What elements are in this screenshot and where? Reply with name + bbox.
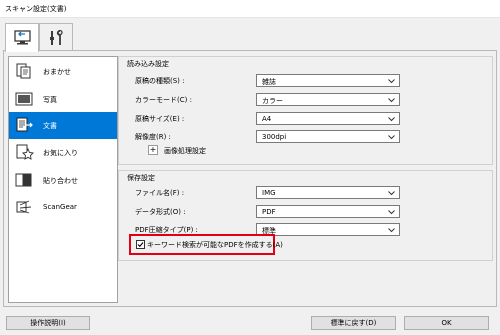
nav-item-label: おまかせ <box>43 68 71 76</box>
image-processing-label[interactable]: 画像処理設定 <box>164 146 206 156</box>
tab-scan-from-computer[interactable] <box>5 23 39 52</box>
color-mode-select[interactable]: カラー <box>256 93 400 106</box>
scangear-icon <box>16 200 32 214</box>
restore-defaults-button[interactable]: 標準に戻す(D) <box>311 316 396 330</box>
resolution-value: 300dpi <box>262 133 287 141</box>
resolution-select[interactable]: 300dpi <box>256 130 400 143</box>
keyword-pdf-label[interactable]: キーワード検索が可能なPDFを作成する(A) <box>147 240 283 250</box>
nav-item-stitch[interactable]: 貼り合わせ <box>9 167 117 194</box>
paper-size-label: 原稿サイズ(E) : <box>135 115 185 123</box>
scan-settings-title: 読み込み設定 <box>127 60 169 68</box>
chevron-down-icon <box>388 135 395 140</box>
save-settings-title: 保存設定 <box>127 174 155 182</box>
nav-item-favorites[interactable]: お気に入り <box>9 139 117 166</box>
tools-icon <box>50 29 63 45</box>
resolution-label: 解像度(R) : <box>135 133 171 141</box>
data-format-label: データ形式(O) : <box>135 208 186 216</box>
chevron-down-icon <box>388 117 395 122</box>
file-name-select[interactable]: IMG <box>256 186 400 199</box>
ok-button[interactable]: OK <box>404 316 489 330</box>
favorite-icon <box>16 144 34 160</box>
document-type-value: 雑誌 <box>262 78 276 86</box>
nav-item-label: 写真 <box>43 96 57 104</box>
chevron-down-icon <box>388 79 395 84</box>
nav-item-document[interactable]: 文書 <box>9 112 117 139</box>
document-icon <box>16 117 33 132</box>
nav-item-auto[interactable]: おまかせ <box>9 58 117 85</box>
scan-settings-group: 読み込み設定 原稿の種類(S) : 雑誌 カラーモード(C) : カラー 原稿サ… <box>118 56 493 165</box>
image-processing-expand-button[interactable]: + <box>148 145 158 155</box>
nav-item-label: お気に入り <box>43 149 78 157</box>
chevron-down-icon <box>388 228 395 233</box>
nav-item-label: 文書 <box>43 122 57 130</box>
paper-size-value: A4 <box>262 115 272 123</box>
pdf-compression-select[interactable]: 標準 <box>256 223 400 236</box>
chevron-down-icon <box>388 210 395 215</box>
chevron-down-icon <box>388 98 395 103</box>
checkmark-icon <box>137 242 144 248</box>
nav-item-scangear[interactable]: ScanGear <box>9 194 117 221</box>
data-format-select[interactable]: PDF <box>256 205 400 218</box>
color-mode-value: カラー <box>262 97 283 105</box>
tab-general-settings[interactable] <box>39 23 73 50</box>
scan-mode-list: おまかせ 写真 文書 お気に入り 貼り合わせ ScanGear <box>8 56 118 303</box>
instructions-button[interactable]: 操作説明(I) <box>6 316 90 330</box>
stitch-icon <box>15 173 32 187</box>
paper-size-select[interactable]: A4 <box>256 112 400 125</box>
auto-document-icon <box>16 63 31 79</box>
photo-icon <box>15 92 33 106</box>
nav-item-label: ScanGear <box>43 203 77 211</box>
file-name-value: IMG <box>262 189 276 197</box>
data-format-value: PDF <box>262 208 276 216</box>
nav-item-photo[interactable]: 写真 <box>9 86 117 113</box>
window-title: スキャン設定(文書) <box>5 5 67 13</box>
nav-item-label: 貼り合わせ <box>43 177 78 185</box>
title-bar: スキャン設定(文書) <box>0 0 500 18</box>
keyword-pdf-checkbox[interactable] <box>136 240 145 249</box>
chevron-down-icon <box>388 191 395 196</box>
file-name-label: ファイル名(F) : <box>135 189 185 197</box>
color-mode-label: カラーモード(C) : <box>135 96 192 104</box>
document-type-select[interactable]: 雑誌 <box>256 74 400 87</box>
computer-arrow-icon <box>14 30 31 45</box>
document-type-label: 原稿の種類(S) : <box>135 77 185 85</box>
